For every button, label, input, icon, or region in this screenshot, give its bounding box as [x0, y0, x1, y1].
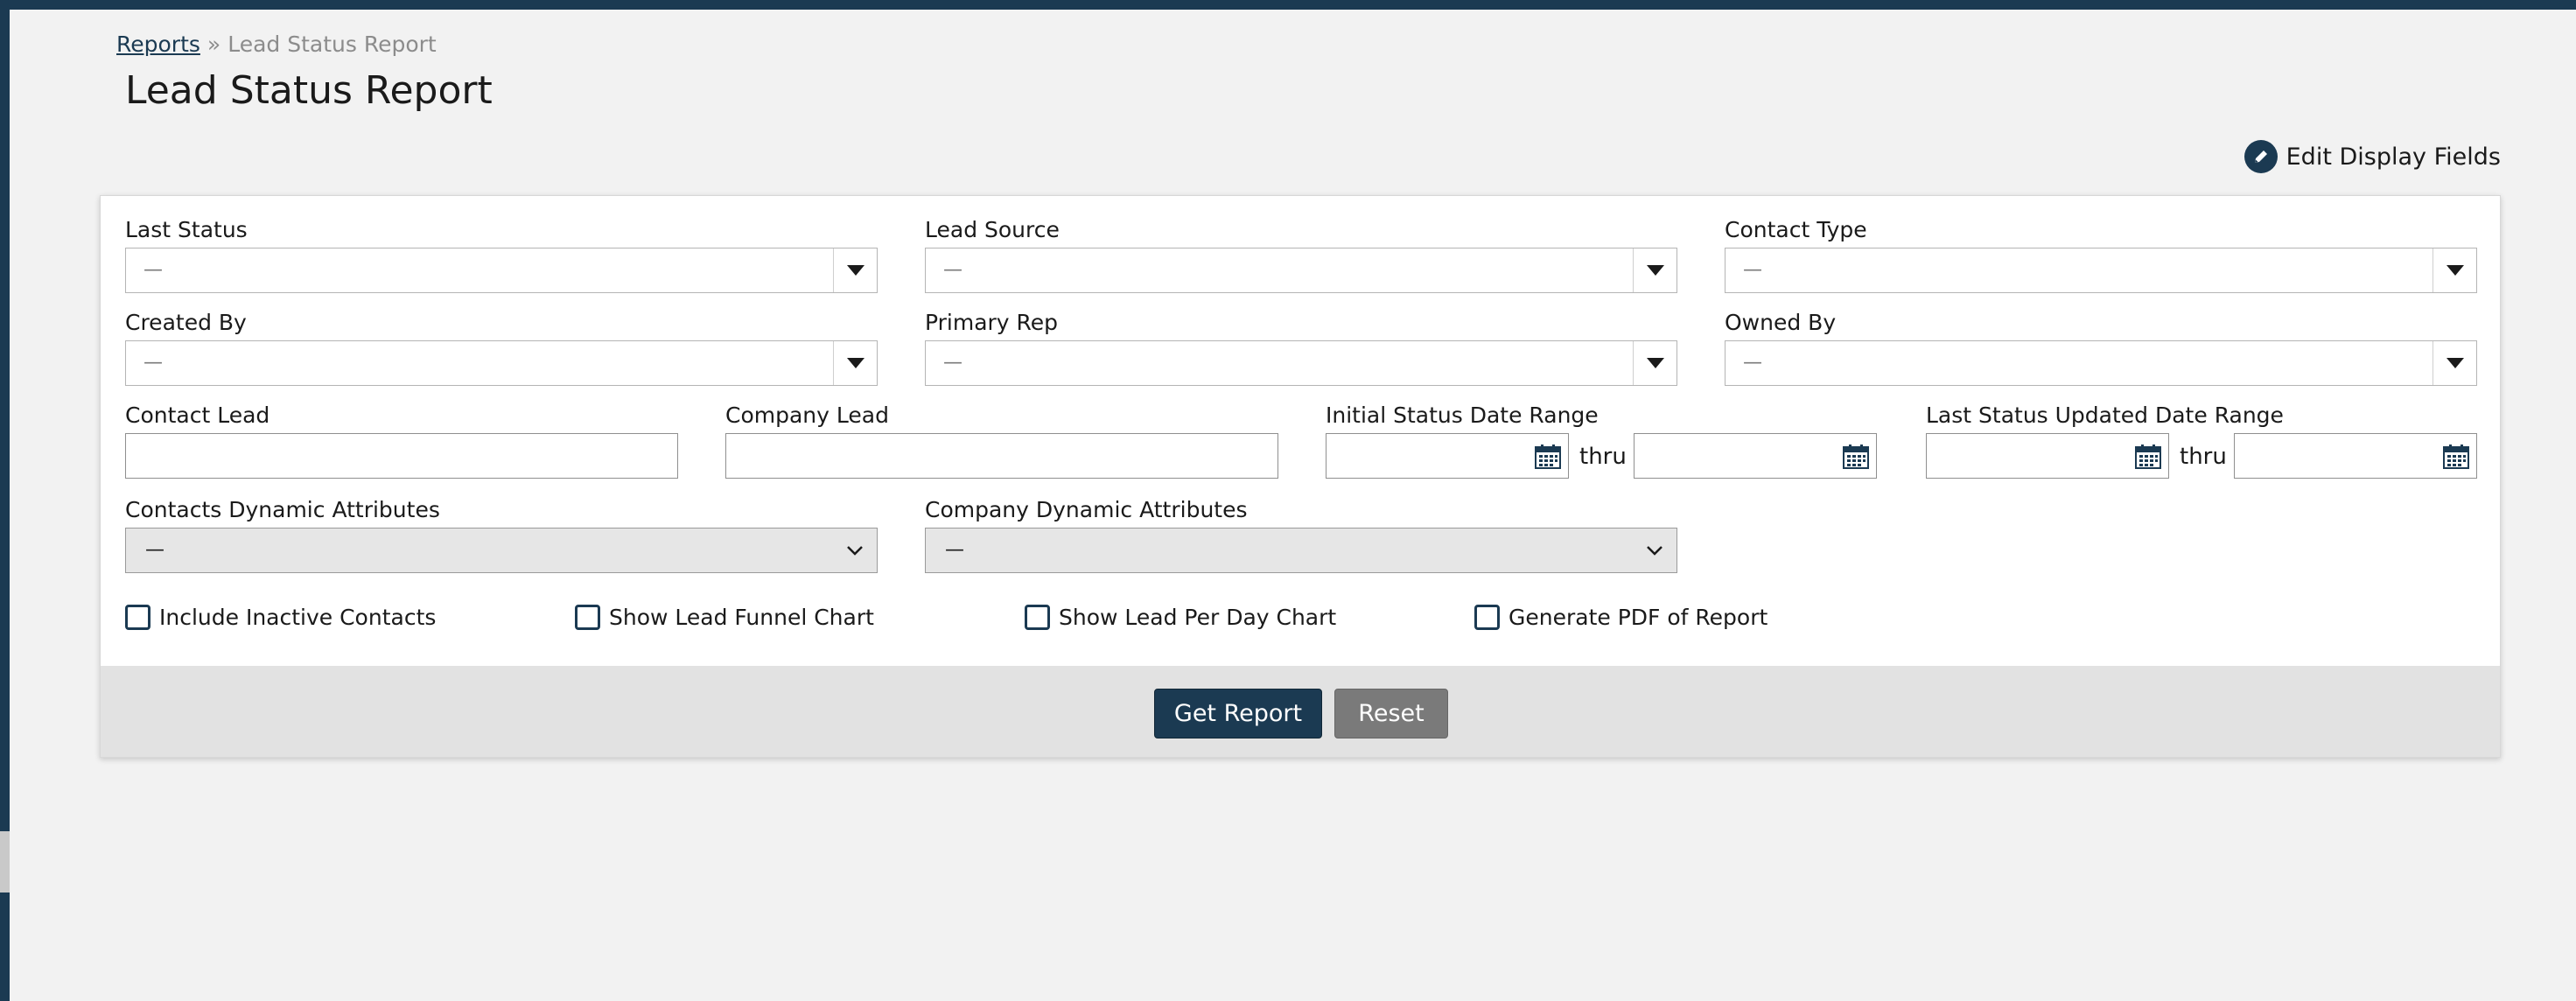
contact-type-value: — [1743, 259, 1762, 281]
include-inactive-contacts-checkbox[interactable]: Include Inactive Contacts [125, 605, 436, 630]
owned-by-label: Owned By [1725, 310, 1837, 335]
thru-label: thru [1579, 444, 1627, 470]
top-nav-bar [0, 0, 2576, 10]
calendar-icon[interactable] [1843, 444, 1869, 472]
dropdown-arrow-icon[interactable] [2432, 248, 2476, 292]
created-by-label: Created By [125, 310, 247, 335]
lead-source-value: — [943, 259, 962, 281]
calendar-icon[interactable] [2135, 444, 2161, 472]
company-lead-label: Company Lead [725, 402, 889, 428]
last-status-updated-from-date[interactable] [1926, 433, 2169, 479]
company-lead-input[interactable] [725, 433, 1278, 479]
calendar-icon[interactable] [1535, 444, 1561, 472]
breadcrumb-separator: » [206, 32, 221, 57]
show-lead-per-day-chart-label: Show Lead Per Day Chart [1059, 605, 1337, 630]
dropdown-arrow-icon[interactable] [833, 248, 877, 292]
primary-rep-select[interactable]: — [925, 340, 1677, 386]
checkbox-box[interactable] [125, 605, 150, 630]
dropdown-arrow-icon[interactable] [1633, 341, 1676, 385]
page-title: Lead Status Report [125, 68, 493, 113]
lead-source-select[interactable]: — [925, 248, 1677, 293]
show-lead-funnel-chart-checkbox[interactable]: Show Lead Funnel Chart [575, 605, 874, 630]
checkbox-box[interactable] [575, 605, 600, 630]
chevron-down-icon [845, 541, 864, 564]
dropdown-arrow-icon[interactable] [2432, 341, 2476, 385]
created-by-value: — [144, 352, 163, 374]
checkbox-box[interactable] [1025, 605, 1050, 630]
primary-rep-value: — [943, 352, 962, 374]
breadcrumb: Reports» Lead Status Report [116, 32, 437, 57]
include-inactive-contacts-label: Include Inactive Contacts [159, 605, 437, 630]
initial-status-to-date[interactable] [1634, 433, 1877, 479]
contact-lead-input[interactable] [125, 433, 678, 479]
owned-by-select[interactable]: — [1725, 340, 2477, 386]
lead-source-label: Lead Source [925, 217, 1060, 242]
filter-panel: Last Status — Lead Source — Contact Type… [100, 195, 2501, 758]
get-report-button[interactable]: Get Report [1154, 689, 1322, 738]
contact-lead-label: Contact Lead [125, 402, 270, 428]
generate-pdf-label: Generate PDF of Report [1508, 605, 1768, 630]
initial-status-date-range-label: Initial Status Date Range [1326, 402, 1599, 428]
edit-display-fields-label: Edit Display Fields [2286, 143, 2501, 171]
reset-button[interactable]: Reset [1334, 689, 1448, 738]
contacts-dynamic-attributes-select[interactable]: — [125, 528, 878, 573]
dropdown-arrow-icon[interactable] [1633, 248, 1676, 292]
primary-rep-label: Primary Rep [925, 310, 1059, 335]
chevron-down-icon [1645, 541, 1664, 564]
last-status-select[interactable]: — [125, 248, 878, 293]
contacts-dynamic-attributes-label: Contacts Dynamic Attributes [125, 497, 440, 522]
contact-type-select[interactable]: — [1725, 248, 2477, 293]
last-status-value: — [144, 259, 163, 281]
initial-status-from-date[interactable] [1326, 433, 1569, 479]
created-by-select[interactable]: — [125, 340, 878, 386]
thru-label: thru [2180, 444, 2227, 470]
contact-type-label: Contact Type [1725, 217, 1867, 242]
last-status-label: Last Status [125, 217, 248, 242]
checkbox-box[interactable] [1474, 605, 1500, 630]
dropdown-arrow-icon[interactable] [833, 341, 877, 385]
pencil-icon [2244, 140, 2278, 173]
edit-display-fields-button[interactable]: Edit Display Fields [2244, 140, 2501, 173]
generate-pdf-checkbox[interactable]: Generate PDF of Report [1474, 605, 1768, 630]
side-bar-tab[interactable] [0, 831, 10, 892]
contacts-dynamic-attributes-value: — [145, 539, 164, 561]
company-dynamic-attributes-label: Company Dynamic Attributes [925, 497, 1248, 522]
breadcrumb-reports-link[interactable]: Reports [116, 32, 200, 57]
show-lead-per-day-chart-checkbox[interactable]: Show Lead Per Day Chart [1025, 605, 1336, 630]
company-dynamic-attributes-value: — [945, 539, 964, 561]
company-dynamic-attributes-select[interactable]: — [925, 528, 1677, 573]
last-status-updated-date-range-label: Last Status Updated Date Range [1926, 402, 2284, 428]
breadcrumb-current: Lead Status Report [228, 32, 437, 57]
owned-by-value: — [1743, 352, 1762, 374]
last-status-updated-to-date[interactable] [2234, 433, 2477, 479]
show-lead-funnel-chart-label: Show Lead Funnel Chart [609, 605, 874, 630]
calendar-icon[interactable] [2443, 444, 2469, 472]
